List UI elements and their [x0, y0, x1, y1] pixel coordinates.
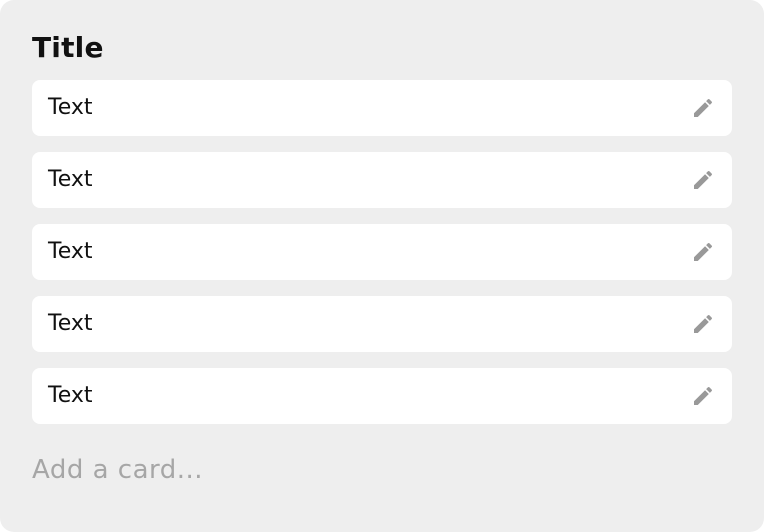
pencil-icon[interactable] [690, 311, 716, 337]
card-item[interactable]: Text [32, 80, 732, 136]
card-item[interactable]: Text [32, 152, 732, 208]
pencil-icon[interactable] [690, 167, 716, 193]
add-card-button[interactable]: Add a card... [32, 448, 203, 492]
card-list: Text Text Text Text Text [32, 80, 732, 440]
card-text: Text [48, 167, 93, 192]
list-panel: Title Text Text Text Text Text Add a car… [0, 0, 764, 532]
pencil-icon[interactable] [690, 383, 716, 409]
card-text: Text [48, 239, 93, 264]
card-text: Text [48, 311, 93, 336]
card-item[interactable]: Text [32, 224, 732, 280]
pencil-icon[interactable] [690, 239, 716, 265]
card-item[interactable]: Text [32, 296, 732, 352]
pencil-icon[interactable] [690, 95, 716, 121]
card-text: Text [48, 383, 93, 408]
card-item[interactable]: Text [32, 368, 732, 424]
list-title[interactable]: Title [32, 28, 104, 68]
card-text: Text [48, 95, 93, 120]
